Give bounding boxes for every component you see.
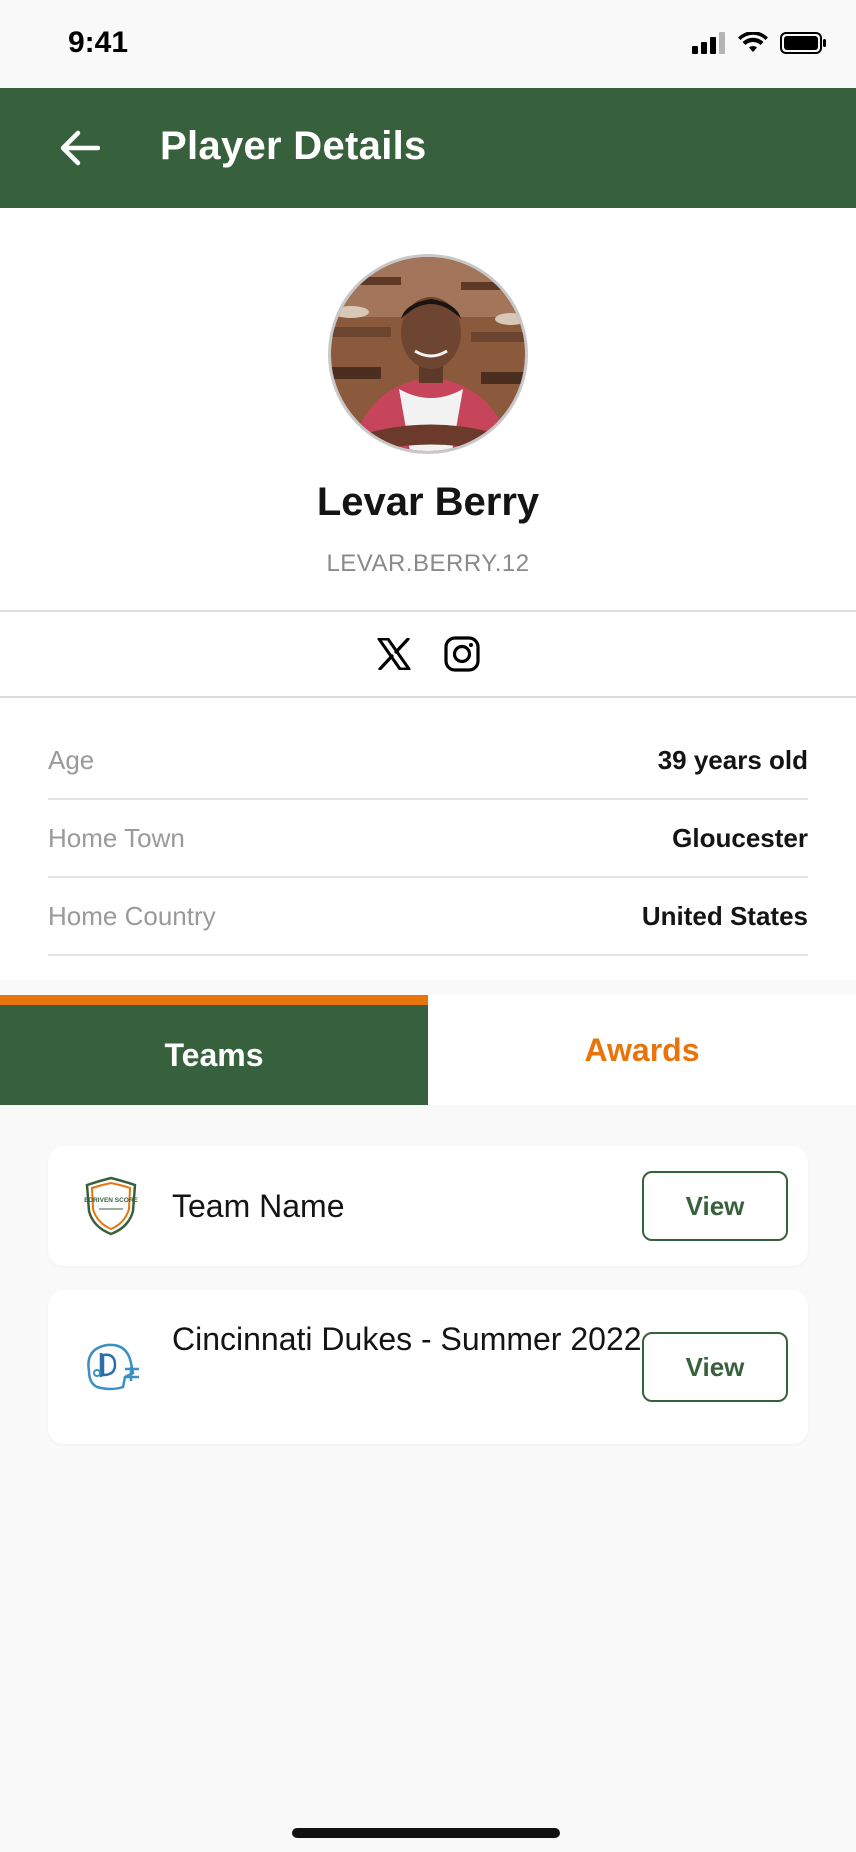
cellular-signal-icon — [692, 32, 725, 54]
battery-icon — [780, 32, 826, 54]
football-helmet-logo — [76, 1332, 146, 1402]
arrow-left-icon — [60, 130, 100, 166]
back-button[interactable] — [56, 124, 104, 172]
status-icons — [692, 32, 826, 54]
detail-value: 39 years old — [657, 744, 808, 775]
player-photo — [331, 257, 525, 451]
team-name: Cincinnati Dukes - Summer 2022 — [172, 1321, 642, 1357]
detail-label: Age — [48, 744, 95, 775]
tab-teams[interactable]: Teams — [0, 995, 428, 1105]
edriven-score-shield-logo: EDRIVEN SCORE — [76, 1171, 146, 1241]
app-header: Player Details — [0, 88, 856, 208]
status-bar: 9:41 — [0, 0, 856, 88]
team-card: EDRIVEN SCORE Team Name View — [48, 1146, 808, 1266]
detail-label: Home Town — [48, 822, 185, 853]
logo-text: EDRIVEN SCORE — [84, 1197, 138, 1204]
home-indicator — [292, 1828, 560, 1838]
page-title: Player Details — [160, 124, 427, 168]
instagram-icon[interactable] — [442, 634, 482, 674]
detail-row-home-town: Home Town Gloucester — [48, 800, 808, 878]
view-team-button[interactable]: View — [642, 1332, 788, 1402]
detail-row-home-country: Home Country United States — [48, 878, 808, 956]
wifi-icon — [738, 32, 768, 52]
detail-value: Gloucester — [672, 822, 808, 853]
profile-section: Levar Berry LEVAR.BERRY.12 — [0, 208, 856, 610]
team-card: Cincinnati Dukes - Summer 2022 View — [48, 1290, 808, 1444]
tab-bar: Teams Awards — [0, 995, 856, 1105]
x-icon[interactable] — [374, 634, 414, 674]
player-username: LEVAR.BERRY.12 — [326, 550, 530, 577]
detail-row-age: Age 39 years old — [48, 722, 808, 800]
status-time: 9:41 — [68, 26, 129, 59]
view-team-button[interactable]: View — [642, 1171, 788, 1241]
tab-awards[interactable]: Awards — [428, 995, 856, 1105]
player-name: Levar Berry — [316, 480, 540, 524]
avatar — [328, 254, 528, 454]
player-details-screen: 9:41 Player Details Levar Berry LEVAR.BE… — [0, 0, 856, 1852]
detail-label: Home Country — [48, 900, 216, 931]
social-links — [0, 610, 856, 698]
player-details-list: Age 39 years old Home Town Gloucester Ho… — [0, 698, 856, 980]
detail-value: United States — [641, 900, 808, 931]
team-name: Team Name — [172, 1188, 345, 1224]
